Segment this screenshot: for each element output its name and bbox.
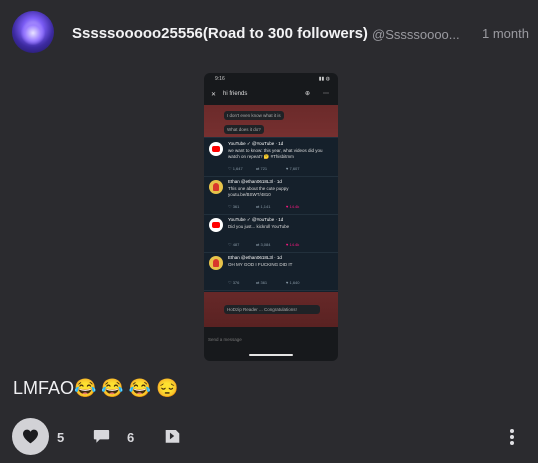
chat-bubble: I don't even know what it is bbox=[224, 111, 284, 120]
tweet-text: OH MY GOD I FUCKING DID IT bbox=[228, 262, 293, 267]
post-caption: LMFAO😂 😂 😂 😔 bbox=[13, 378, 179, 398]
tweet: Ethan @ethan0618L3l · 1d OH MY GOD I FUC… bbox=[204, 252, 338, 291]
close-icon: ✕ bbox=[211, 92, 217, 98]
amogus-avatar-icon bbox=[209, 180, 223, 194]
tweet-retweets: 1,141 bbox=[260, 204, 271, 209]
tweet-retweets: 721 bbox=[260, 166, 268, 171]
tweet-likes: 14.4k bbox=[289, 242, 300, 247]
comment-icon[interactable] bbox=[93, 428, 110, 444]
chat-topbar: ✕ hi friends ⊕ ⋯ bbox=[204, 87, 338, 103]
tweet-replies: 487 bbox=[232, 242, 240, 247]
tweet-actions: ♡ 1,647 ⇄ 721 ♥ 7,607 bbox=[228, 166, 300, 171]
tweet-actions: ♡ 487 ⇄ 3,084 ♥ 14.4k bbox=[228, 242, 300, 247]
tweet-text: Did you just... kickroll YouTube bbox=[228, 224, 290, 229]
username[interactable]: Sssssooooo25556(Road to 300 followers) bbox=[72, 25, 368, 42]
like-count: 5 bbox=[57, 430, 65, 445]
tweet-likes: 7,607 bbox=[289, 166, 300, 171]
youtube-logo-icon bbox=[209, 142, 223, 156]
status-time: 9:16 bbox=[215, 76, 225, 82]
tweet-author: Ethan @ethan0618L3l · 1d bbox=[228, 255, 282, 260]
amogus-avatar-icon bbox=[209, 256, 223, 270]
comment-count: 6 bbox=[127, 430, 135, 445]
home-indicator bbox=[249, 354, 293, 356]
tweet-author: Ethan @ethan0618L3l · 1d bbox=[228, 179, 282, 184]
tweet-actions: ♡ 361 ⇄ 1,141 ♥ 14.4k bbox=[228, 204, 300, 209]
chat-bubble: What does it do? bbox=[224, 125, 264, 134]
tweet-replies: 376 bbox=[232, 280, 240, 285]
tweet-actions: ♡ 376 ⇄ 361 ♥ 1,640 bbox=[228, 280, 300, 285]
chat-bubble: HoDzip Reader ... Congratulations! bbox=[224, 305, 320, 314]
post-header: Sssssooooo25556(Road to 300 followers) @… bbox=[0, 0, 538, 66]
status-icons: ▮▮ ◍ bbox=[318, 76, 330, 82]
tweet-retweets: 361 bbox=[260, 280, 268, 285]
share-icon[interactable] bbox=[164, 427, 181, 445]
tweet-author: YouTube ✓ @YouTube · 1d bbox=[228, 141, 284, 146]
chat-title: hi friends bbox=[223, 91, 248, 97]
tweet-author: YouTube ✓ @YouTube · 1d bbox=[228, 217, 284, 222]
tweet-text: This one about the cute puppy youtu.be/B… bbox=[228, 186, 289, 197]
like-button[interactable] bbox=[12, 418, 49, 455]
youtube-logo-icon bbox=[209, 218, 223, 232]
tweet: Ethan @ethan0618L3l · 1d This one about … bbox=[204, 176, 338, 215]
tweet-replies: 1,647 bbox=[232, 166, 243, 171]
add-user-icon: ⊕ bbox=[305, 91, 311, 97]
avatar[interactable] bbox=[12, 11, 54, 53]
phone-status-bar: 9:16 ▮▮ ◍ bbox=[204, 73, 338, 83]
tweet: YouTube ✓ @YouTube · 1d we want to know:… bbox=[204, 138, 338, 177]
tweet-likes: 14.4k bbox=[289, 204, 300, 209]
post-timestamp: 1 month bbox=[482, 26, 529, 41]
more-vertical-icon[interactable] bbox=[509, 428, 515, 446]
tweet-retweets: 3,084 bbox=[260, 242, 271, 247]
tweet: YouTube ✓ @YouTube · 1d Did you just... … bbox=[204, 214, 338, 253]
more-horizontal-icon: ⋯ bbox=[323, 91, 329, 97]
tweet-replies: 361 bbox=[232, 204, 240, 209]
tweet-text: we want to know: this year, what videos … bbox=[228, 148, 323, 159]
tweet-thread-card: YouTube ✓ @YouTube · 1d we want to know:… bbox=[204, 137, 338, 292]
chat-input: Send a message bbox=[208, 337, 242, 342]
attached-screenshot[interactable]: 9:16 ▮▮ ◍ ✕ hi friends ⊕ ⋯ I don't even … bbox=[204, 73, 338, 361]
tweet-likes: 1,640 bbox=[289, 280, 300, 285]
user-handle[interactable]: @Sssssoooo... bbox=[372, 27, 462, 42]
heart-icon bbox=[23, 429, 38, 444]
